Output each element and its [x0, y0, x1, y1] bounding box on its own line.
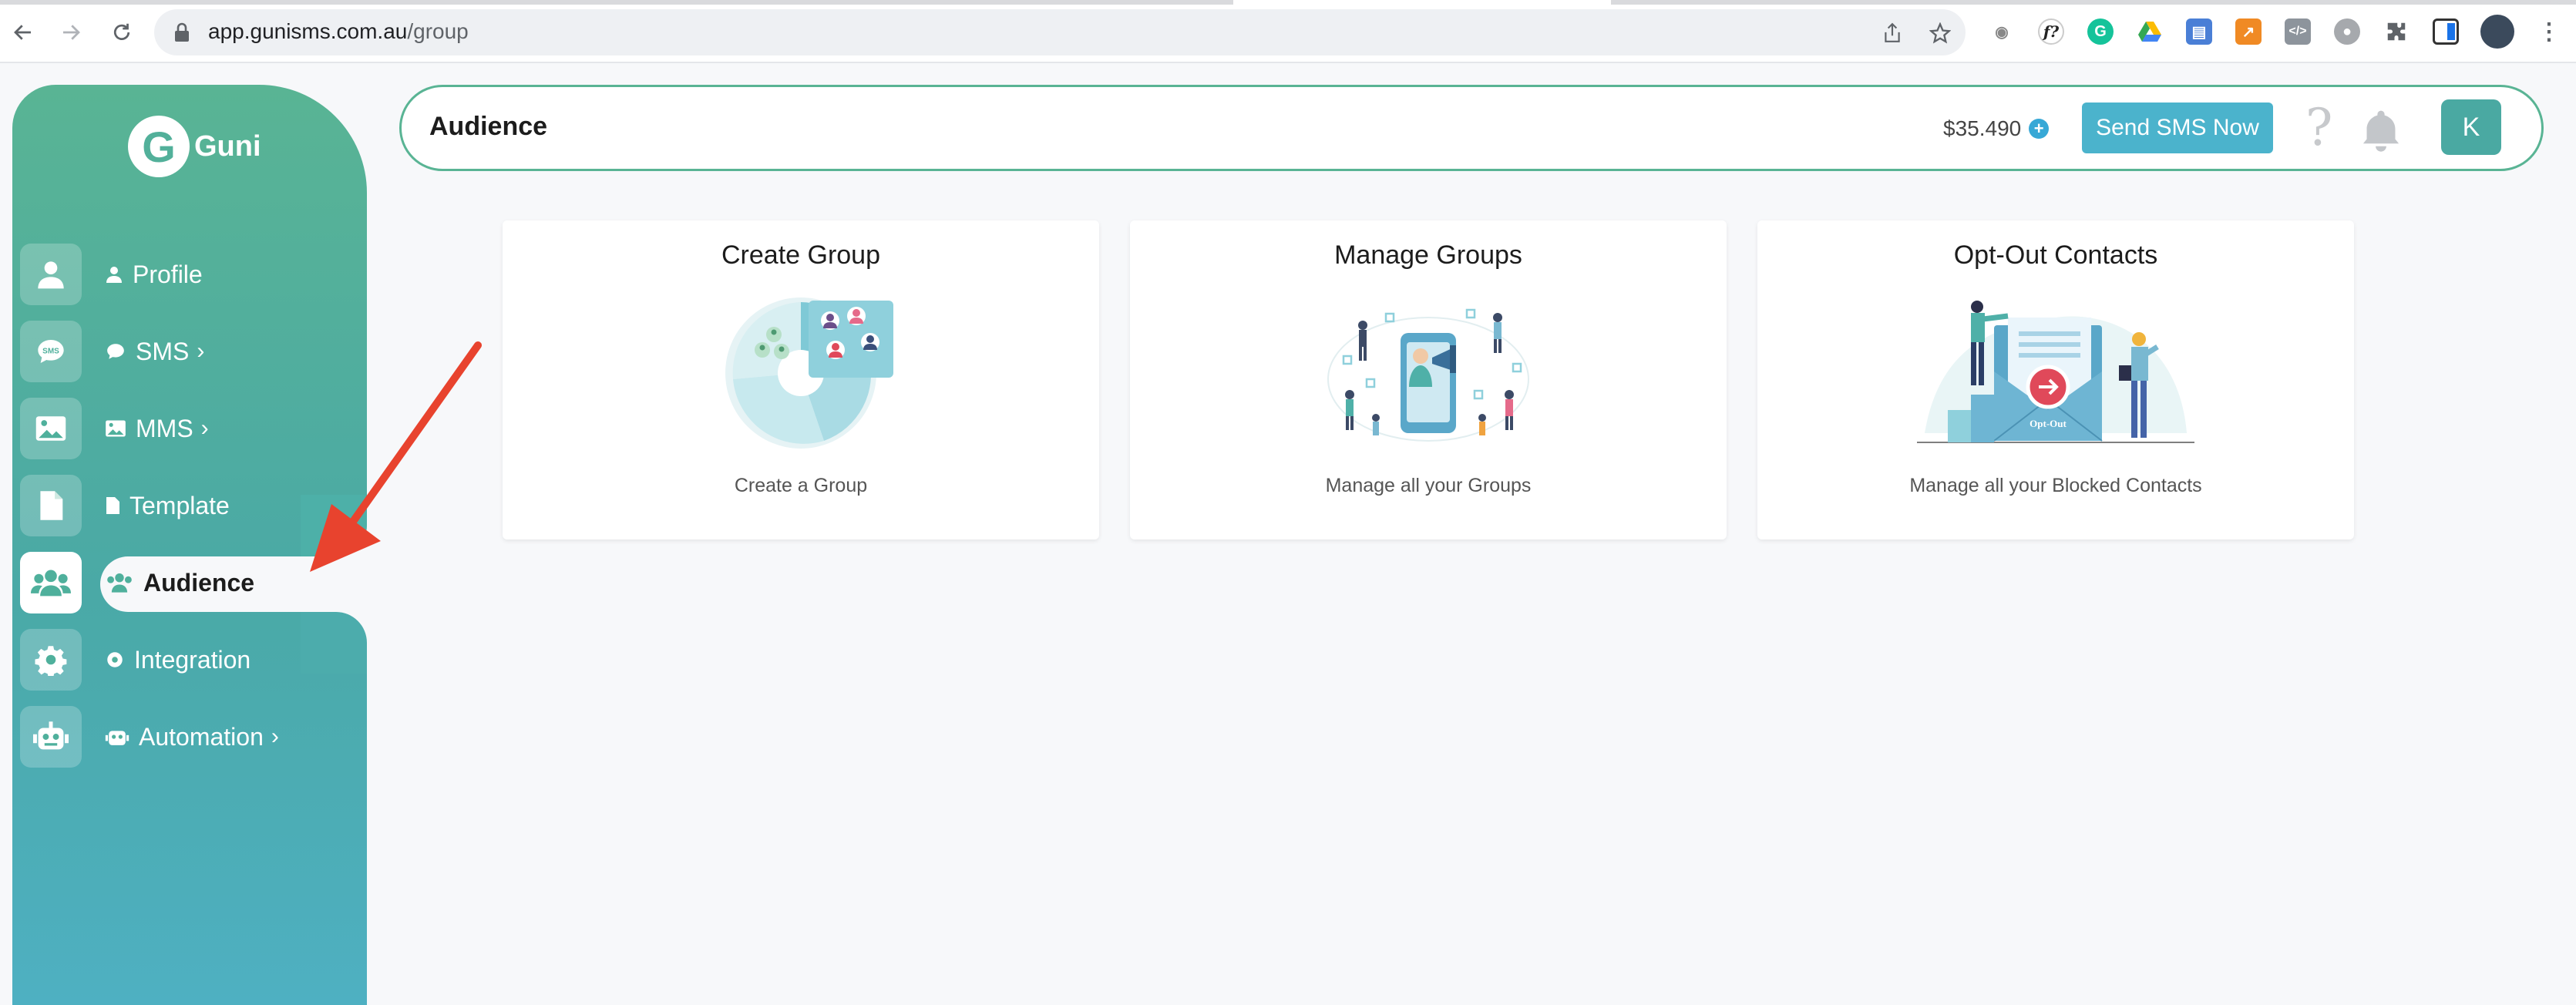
grammarly-icon[interactable]: G	[2087, 18, 2114, 45]
sms-icon: SMS	[38, 340, 64, 363]
chevron-right-icon: ›	[200, 415, 209, 441]
sidebar-item-label: SMS	[136, 337, 190, 365]
sms-tile: SMS	[20, 321, 82, 382]
sidebar-item-automation[interactable]: Automation ›	[20, 706, 359, 768]
profile-avatar[interactable]	[2480, 15, 2514, 49]
manage-groups-card[interactable]: Manage Groups Manage all your Groups	[1130, 220, 1727, 539]
page-title: Audience	[429, 112, 548, 141]
sms-small-icon	[105, 341, 126, 361]
user-icon	[38, 261, 64, 289]
card-title: Manage Groups	[1334, 240, 1522, 270]
arrow-right-icon	[63, 25, 80, 40]
mms-tile	[20, 398, 82, 459]
user-avatar[interactable]: K	[2441, 99, 2501, 155]
sidebar-panel-icon[interactable]	[2433, 18, 2459, 45]
puzzle-icon[interactable]	[2383, 18, 2410, 45]
file-icon	[40, 491, 63, 520]
url-text: app.gunisms.com.au/group	[208, 19, 469, 43]
opt-out-contacts-card[interactable]: Opt-Out Contacts Opt-Out Manage all your…	[1757, 220, 2354, 539]
forward-button[interactable]	[54, 15, 88, 49]
automation-tile	[20, 706, 82, 768]
add-credit-icon[interactable]: +	[2029, 119, 2050, 139]
reload-button[interactable]	[105, 15, 139, 49]
share-icon[interactable]	[1881, 22, 1904, 45]
send-sms-now-button[interactable]: Send SMS Now	[2082, 103, 2273, 153]
gear-small-icon	[105, 650, 125, 670]
group-pie-illustration	[725, 297, 893, 449]
megaphone-people-illustration	[1327, 308, 1529, 442]
reload-icon	[113, 23, 130, 40]
chevron-right-icon: ›	[197, 338, 205, 364]
brand-name: Guni	[194, 129, 261, 163]
sidebar-item-integration[interactable]: Integration	[20, 629, 359, 691]
annotation-arrow	[310, 341, 482, 572]
robot-icon	[33, 721, 69, 750]
sidebar-item-label: Template	[129, 491, 230, 519]
help-icon[interactable]: ?	[2305, 98, 2332, 157]
balance-amount: $35.490	[1943, 116, 2022, 140]
image-small-icon	[105, 419, 126, 438]
address-bar[interactable]: app.gunisms.com.au/group	[154, 9, 1966, 55]
credit-balance: $35.490 +	[1943, 116, 2050, 141]
users-icon	[31, 570, 71, 597]
star-icon[interactable]	[1929, 22, 1952, 45]
gear-icon	[35, 646, 67, 676]
brand-logo[interactable]: G Guni	[128, 116, 261, 177]
robot-small-icon	[105, 727, 129, 747]
extension-code-icon[interactable]: </>	[2285, 18, 2311, 45]
file-small-icon	[105, 496, 120, 516]
integration-tile	[20, 629, 82, 691]
kebab-menu-icon[interactable]: ⋮	[2536, 18, 2562, 45]
sidebar-item-profile[interactable]: Profile	[20, 244, 359, 305]
browser-toolbar: app.gunisms.com.au/group ◉ f? G ▤ ↗ </> …	[0, 0, 2576, 63]
chevron-right-icon: ›	[271, 724, 279, 749]
card-description: Create a Group	[734, 475, 868, 496]
sidebar-item-label: Integration	[134, 645, 251, 674]
opt-out-envelope-illustration: Opt-Out	[1917, 301, 2194, 443]
audience-tile	[20, 552, 82, 613]
google-drive-icon[interactable]	[2137, 18, 2163, 45]
card-description: Manage all your Groups	[1325, 475, 1532, 496]
opt-out-badge-text: Opt-Out	[2030, 418, 2067, 429]
logo-mark: G	[128, 116, 190, 177]
card-title: Create Group	[721, 240, 880, 270]
bell-icon[interactable]	[2359, 107, 2403, 157]
extension-bug-icon[interactable]: ●	[2334, 18, 2360, 45]
svg-text:SMS: SMS	[42, 348, 59, 356]
profile-tile	[20, 244, 82, 305]
template-tile	[20, 475, 82, 536]
extension-formula-icon[interactable]: f?	[2038, 18, 2064, 45]
active-tab[interactable]	[1233, 0, 1611, 5]
sidebar-item-label: Audience	[143, 568, 255, 597]
sidebar-item-label: Automation	[139, 722, 264, 751]
page-header: Audience $35.490 + Send SMS Now ? K	[399, 85, 2544, 171]
extension-doc-icon[interactable]: ▤	[2186, 18, 2212, 45]
sidebar-item-label: MMS	[136, 414, 193, 442]
image-icon	[35, 416, 66, 441]
sidebar-item-label: Profile	[133, 260, 203, 288]
users-small-icon	[105, 572, 134, 593]
arrow-left-icon	[14, 25, 31, 40]
card-description: Manage all your Blocked Contacts	[1909, 475, 2202, 496]
lock-icon	[173, 22, 191, 47]
extension-eye-icon[interactable]: ◉	[1989, 18, 2015, 45]
extension-chart-icon[interactable]: ↗	[2235, 18, 2262, 45]
back-button[interactable]	[6, 15, 40, 49]
user-small-icon	[105, 264, 123, 284]
card-title: Opt-Out Contacts	[1953, 240, 2158, 270]
create-group-card[interactable]: Create Group Create a Group	[503, 220, 1099, 539]
